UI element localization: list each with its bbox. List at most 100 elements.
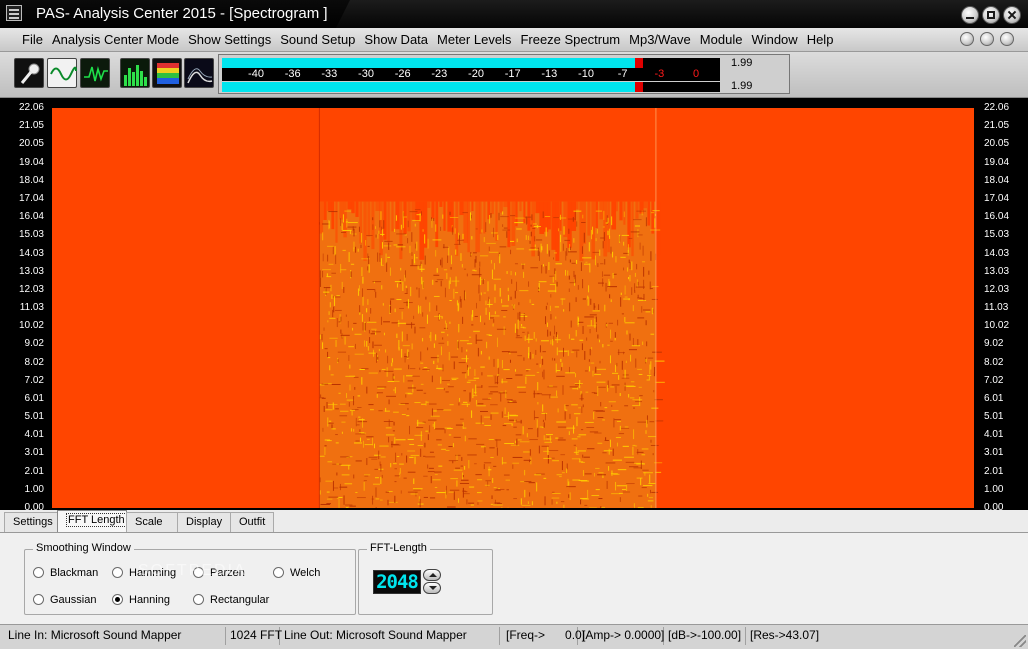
meter-bar-2 [222,82,720,92]
resize-grip[interactable] [1014,635,1026,647]
spectrogram-edge-gap [595,201,598,228]
close-icon [1008,11,1016,19]
radio-welch[interactable]: Welch [273,567,320,579]
status-bar: Line In: Microsoft Sound Mapper 1024 FFT… [0,624,1028,649]
menu-module[interactable]: Module [700,32,743,47]
meter-peak-2 [635,82,643,92]
spectrogram-edge-gap [387,201,390,243]
meter-scale-label: -7 [617,68,628,80]
y-axis-label: 18.04 [18,174,44,186]
status-fft: 1024 FFT [226,627,282,645]
radio-hanning[interactable]: Hanning [112,594,170,606]
minimize-button[interactable] [961,6,979,24]
tab-display[interactable]: Display [177,512,231,532]
spectrogram-plot[interactable] [52,108,974,508]
spectrogram-edge-gap [351,201,355,214]
menu-mp3-wave[interactable]: Mp3/Wave [629,32,691,47]
microphone-icon [20,63,40,84]
radio-rectangular-dot [193,594,204,605]
menu-sound-setup[interactable]: Sound Setup [280,32,355,47]
waterfall-icon [187,68,213,84]
fft-length-decrease-button[interactable] [423,582,441,594]
spectrogram-edge-gap [535,201,541,214]
smoothing-window-group: Smoothing Window Blackman Hamming Parzen… [24,542,356,615]
y-axis-label: 6.01 [984,393,1004,405]
spectrogram-edge-gap [639,201,644,214]
tab-outfit[interactable]: Outfit [230,512,274,532]
y-axis-label: 16.04 [18,211,44,223]
maximize-icon [987,11,995,19]
radio-welch-dot [273,567,284,578]
y-axis-label: 21.05 [18,120,44,132]
spectrogram-edge-gap [651,201,655,234]
child-minimize-button[interactable] [960,32,974,46]
spectrogram-edge-gap [367,201,371,237]
menu-file[interactable]: File [22,32,43,47]
microphone-button[interactable] [14,58,44,88]
spectrogram-button[interactable] [152,58,182,88]
tab-fft-length[interactable]: FFT Length [57,510,127,532]
spectrogram-edge-gap [331,201,335,230]
meter-scale-label: -20 [468,68,484,80]
spectrogram-edge-gap [603,201,608,257]
spectrogram-edge-gap [471,201,474,212]
tab-settings[interactable]: Settings [4,512,58,532]
tab-scale[interactable]: Scale [126,512,178,532]
spectrogram-edge-gap [443,201,446,231]
child-restore-button[interactable] [980,32,994,46]
spectrogram-edge-gap [491,201,494,215]
waterfall-button[interactable] [184,58,214,88]
spectrum-analyzer-button[interactable] [120,58,150,88]
spectrogram-edge-gap [447,201,452,232]
y-axis-label: 5.01 [24,411,44,423]
menu-analysis-center-mode[interactable]: Analysis Center Mode [52,32,179,47]
y-axis-label: 8.02 [984,356,1004,368]
spectrogram-edge-gap [519,201,522,212]
menu-freeze-spectrum[interactable]: Freeze Spectrum [520,32,620,47]
meter-scale-label: -3 [654,68,665,80]
y-axis-label: 9.02 [984,338,1004,350]
y-axis-label: 4.01 [24,429,44,441]
spectrogram-edge-gap [587,201,591,236]
y-axis-label: 22.06 [984,102,1010,113]
menu-show-settings[interactable]: Show Settings [188,32,271,47]
spectrogram-edge-gap [323,201,327,220]
y-axis-label: 1.00 [984,483,1004,495]
radio-rectangular[interactable]: Rectangular [193,594,269,606]
status-line-in: Line In: Microsoft Sound Mapper [4,627,226,645]
meter-scale-label: -23 [431,68,448,80]
spectrogram-edge-gap [555,201,560,262]
menu-items: File Analysis Center Mode Show Settings … [22,32,833,47]
spectrogram-edge-gap [479,201,482,234]
oscilloscope-icon [84,65,108,82]
fft-length-increase-button[interactable] [423,569,441,581]
menu-window[interactable]: Window [751,32,797,47]
radio-blackman[interactable]: Blackman [33,567,98,579]
title-bar: PAS- Analysis Center 2015 - [Spectrogram… [0,0,1028,28]
spectrogram-view: 22.06 21.05 20.05 19.04 18.04 17.04 16.04 15.03… [0,98,1028,513]
radio-blackman-dot [33,567,44,578]
oscilloscope-button[interactable] [80,58,110,88]
meter-scale-label: -17 [504,68,521,80]
spectrogram-edge-gap [391,201,394,232]
close-button[interactable] [1003,6,1021,24]
meter-fill-1 [222,58,635,68]
y-axis-label: 17.04 [18,193,44,205]
menu-show-data[interactable]: Show Data [364,32,428,47]
status-db: [dB->-100.00] [664,627,746,645]
tab-scale-label: Scale [135,516,163,528]
menu-meter-levels[interactable]: Meter Levels [437,32,511,47]
app-menu-icon[interactable] [6,5,22,21]
signal-generator-button[interactable] [47,58,77,88]
radio-gaussian[interactable]: Gaussian [33,594,96,606]
softpedia-watermark: SOFTPEDIA [138,562,247,579]
maximize-button[interactable] [982,6,1000,24]
spectrogram-edge-gap [619,201,623,221]
spectrogram-edge-gap [527,201,531,231]
child-close-button[interactable] [1000,32,1014,46]
menu-help[interactable]: Help [807,32,834,47]
y-axis-label: 16.04 [984,211,1010,223]
y-axis-label: 19.04 [18,156,44,168]
spectrogram-edge-gap [511,201,516,246]
spectrogram-edge-gap [647,201,651,226]
